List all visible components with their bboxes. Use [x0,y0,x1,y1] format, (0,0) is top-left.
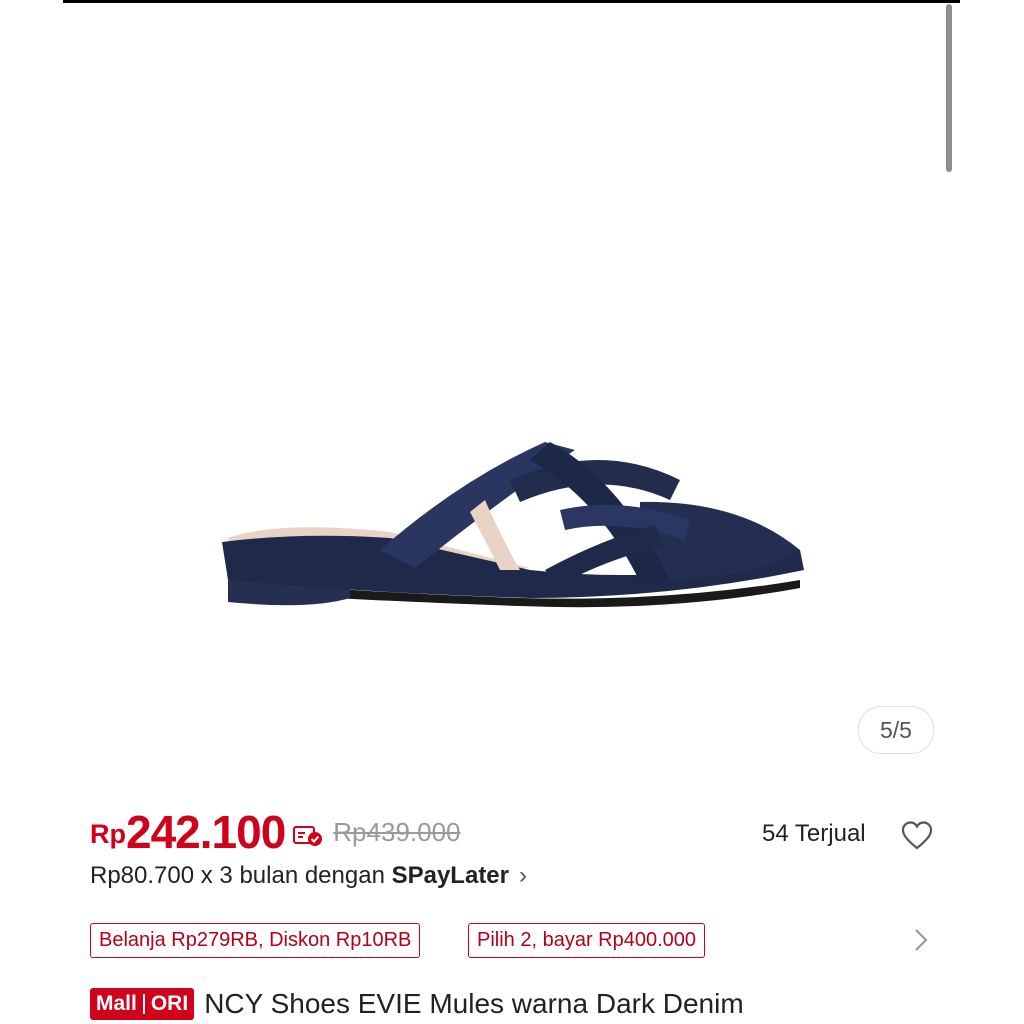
shoe-illustration [222,442,804,608]
image-page-indicator: 5/5 [858,706,934,754]
original-price: Rp439.000 [333,817,461,847]
chevron-right-icon: › [519,862,527,889]
mall-label: Mall [96,992,137,1015]
top-divider [63,0,960,3]
price-currency: Rp [90,819,126,849]
installment-provider: SPayLater [391,862,509,889]
current-price: 242.100 [126,806,286,858]
product-title: NCY Shoes EVIE Mules warna Dark Denim [204,988,744,1019]
installment-text: Rp80.700 x 3 bulan dengan [90,862,392,889]
promo-tag-bundle[interactable]: Pilih 2, bayar Rp400.000 [468,923,706,958]
voucher-icon[interactable] [293,823,323,847]
price-row: Rp 242.100 Rp439.000 [90,800,650,860]
installment-offer[interactable]: Rp80.700 x 3 bulan dengan SPayLater › [90,862,527,890]
product-title-row: Mall ORI NCY Shoes EVIE Mules warna Dark… [90,988,744,1020]
product-image[interactable] [200,420,820,630]
scrollbar[interactable] [946,4,952,172]
ori-label: ORI [150,992,189,1015]
heart-icon[interactable] [900,819,934,853]
promo-tag-spend-discount[interactable]: Belanja Rp279RB, Diskon Rp10RB [90,923,421,958]
chevron-right-icon[interactable] [910,924,932,956]
mall-ori-badge: Mall ORI [90,988,195,1020]
sold-count: 54 Terjual [762,820,866,847]
